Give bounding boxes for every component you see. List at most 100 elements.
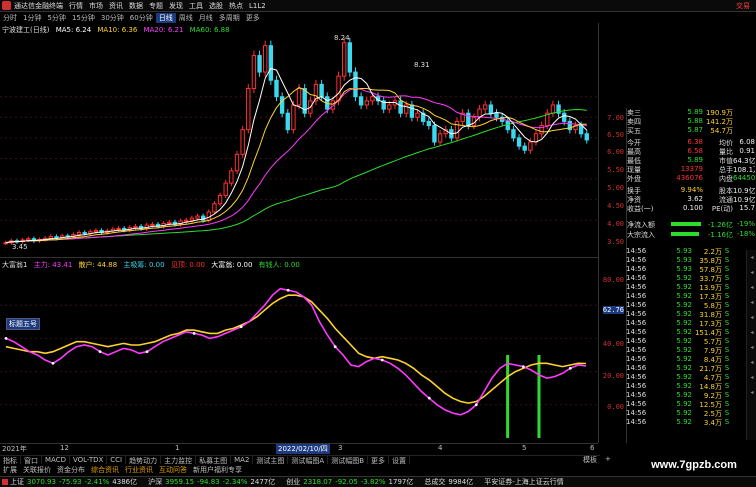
side-tool-icon[interactable]: ◂	[747, 344, 756, 355]
mainforce-point	[474, 403, 478, 407]
candle	[466, 112, 471, 127]
menu-item-discover[interactable]: 发现	[169, 1, 189, 11]
axis-label: 5.50	[607, 166, 624, 174]
high-annotation-1: 8.24	[334, 34, 350, 42]
mainforce-point	[333, 345, 337, 349]
tick-row: 14:56 5.92 5.8万 S	[626, 301, 730, 310]
indicator-badge[interactable]: 标题五号	[6, 318, 40, 330]
tab-monitor[interactable]: 主力监控	[161, 456, 197, 464]
indicator-chart[interactable]: 大富翁1 主力: 43.41 散户: 44.88 主吸筹: 0.00 见顶: 0…	[0, 257, 598, 443]
trade-button[interactable]: 交易	[736, 1, 756, 11]
tab-private[interactable]: 私募主图	[196, 456, 232, 464]
tab-ma2[interactable]: MA2	[231, 456, 254, 464]
tab-related[interactable]: 关联报价	[20, 465, 54, 474]
side-tool-icon[interactable]: ◂	[747, 284, 756, 295]
period-tab[interactable]: 多周期	[216, 13, 243, 23]
menu-item-select[interactable]: 选股	[209, 1, 229, 11]
candle	[347, 42, 353, 73]
menu-item-hot[interactable]: 热点	[229, 1, 249, 11]
tab-trend[interactable]: 趋势动力	[126, 456, 162, 464]
high-annotation-2: 8.31	[414, 61, 430, 69]
indicator-name: 大富翁1	[2, 261, 28, 269]
quote-row: 净资 3.62 流通 10.9亿	[627, 195, 755, 203]
status-item: -2.34%	[222, 478, 248, 486]
menu-item-data[interactable]: 数据	[129, 1, 149, 11]
side-tool-icon[interactable]: ◂	[747, 254, 756, 265]
tab-settings[interactable]: 设置	[389, 456, 411, 464]
period-tab-selected[interactable]: 日线	[155, 12, 176, 23]
menu-item-l1l2[interactable]: L1L2	[249, 2, 272, 10]
tab-vol[interactable]: VOL-TDX	[70, 456, 108, 464]
tab-test-main[interactable]: 测试主图	[253, 456, 289, 464]
template-button[interactable]: 模板	[583, 455, 597, 465]
current-value-tag: 62.76	[602, 306, 624, 314]
candle	[454, 120, 460, 139]
side-tool-icon[interactable]: ◂	[747, 389, 756, 400]
menu-item-news[interactable]: 资讯	[109, 1, 129, 11]
tab-test-b[interactable]: 测试幅图B	[328, 456, 369, 464]
tab-welfare[interactable]: 新用户福利专享	[190, 465, 245, 474]
tick-row: 14:56 5.92 31.8万 S	[626, 310, 730, 319]
side-tool-icon[interactable]: ◂	[747, 329, 756, 340]
date-label: 3	[338, 444, 343, 452]
tab-window[interactable]: 窗口	[21, 456, 42, 464]
status-item: -92.05	[335, 478, 358, 486]
tick-row: 14:56 5.92 9.2万 S	[626, 391, 730, 400]
tab-qa[interactable]: 互动问答	[156, 465, 190, 474]
ind-axis-label: 40.00	[602, 340, 624, 348]
candle	[426, 120, 431, 127]
tab-more[interactable]: 更多	[368, 456, 390, 464]
side-toolbar: ◂ ◂ ◂ ◂ ◂ ◂ ◂ ◂ ◂ ◂	[746, 250, 756, 440]
candle	[82, 232, 87, 235]
add-button[interactable]: +	[605, 455, 611, 463]
axis-label: 3.50	[607, 238, 624, 246]
period-tab[interactable]: 15分钟	[69, 13, 98, 23]
period-tab[interactable]: 1分钟	[20, 13, 44, 23]
candle	[511, 129, 516, 139]
mainforce-point	[4, 337, 8, 340]
period-tab[interactable]: 60分钟	[127, 13, 156, 23]
side-tool-icon[interactable]: ◂	[747, 374, 756, 385]
status-item[interactable]: 创业	[286, 477, 303, 487]
menu-item-tools[interactable]: 工具	[189, 1, 209, 11]
menu-item-topic[interactable]: 专题	[149, 1, 169, 11]
tab-macd[interactable]: MACD	[42, 456, 70, 464]
candle-svg	[0, 37, 598, 245]
tab-funds[interactable]: 资金分布	[54, 465, 88, 474]
candle	[358, 96, 364, 106]
tab-news[interactable]: 综合资讯	[88, 465, 122, 474]
tab-test-a[interactable]: 测试幅图A	[288, 456, 329, 464]
side-tool-icon[interactable]: ◂	[747, 359, 756, 370]
period-tab[interactable]: 5分钟	[44, 13, 68, 23]
tick-row: 14:56 5.92 21.7万 S	[626, 364, 730, 373]
ma5-legend: MA5: 6.24	[55, 26, 92, 34]
candle	[494, 112, 499, 118]
tick-list[interactable]: 14:56 5.93 2.2万 S 14:56 5.93 35.8万 S 14:56 5.93…	[626, 247, 756, 443]
status-item: 3959.15	[165, 478, 195, 486]
tab-industry[interactable]: 行业资讯	[122, 465, 156, 474]
side-tool-icon[interactable]: ◂	[747, 269, 756, 280]
candlestick-chart[interactable]: 宁波建工(日线) MA5: 6.24 MA10: 6.36 MA20: 6.21…	[0, 23, 598, 255]
candle	[483, 104, 488, 110]
candle	[336, 75, 341, 102]
ma5-line	[5, 67, 588, 244]
status-item[interactable]: 沪深	[148, 477, 165, 487]
period-tab[interactable]: 周线	[176, 13, 196, 23]
status-item[interactable]: 上证	[10, 477, 27, 487]
candle	[274, 79, 279, 98]
period-tab[interactable]: 更多	[243, 13, 263, 23]
tab-cci[interactable]: CCI	[107, 456, 127, 464]
tab-extend[interactable]: 扩展	[0, 465, 20, 474]
menu-item-hq[interactable]: 行情	[69, 1, 89, 11]
tick-row: 14:56 5.93 57.8万 S	[626, 265, 730, 274]
side-tool-icon[interactable]: ◂	[747, 314, 756, 325]
candle	[319, 83, 324, 98]
axis-label: 7.00	[607, 114, 624, 122]
side-tool-icon[interactable]: ◂	[747, 299, 756, 310]
period-tab[interactable]: 月线	[196, 13, 216, 23]
menu-item-market[interactable]: 市场	[89, 1, 109, 11]
period-tab[interactable]: 分时	[0, 13, 20, 23]
period-tab[interactable]: 30分钟	[98, 13, 127, 23]
app-title: 通达信金融终端	[14, 1, 63, 10]
tab-indicator[interactable]: 指标	[0, 456, 21, 464]
